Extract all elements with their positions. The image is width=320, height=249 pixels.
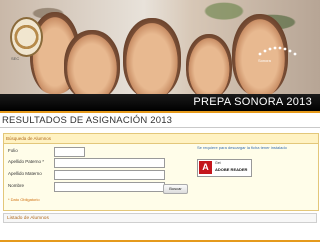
folio-input[interactable] <box>54 147 85 157</box>
header-banner: SEC Sonora PREPA SONORA 2013 <box>0 0 320 111</box>
apellido-paterno-input[interactable] <box>54 158 165 168</box>
student-photo <box>64 30 120 100</box>
page-title: RESULTADOS DE ASIGNACIÓN 2013 <box>2 115 173 126</box>
nombre-input[interactable] <box>54 182 165 192</box>
logo-caption: Sonora <box>258 58 271 63</box>
seal-label: SEC <box>11 56 20 61</box>
footer-divider <box>0 240 320 242</box>
apellido-materno-label: Apellido Materno <box>8 171 42 176</box>
adobe-name-label: ADOBE READER <box>215 167 248 172</box>
student-photo <box>123 18 181 98</box>
search-panel: Búsqueda de Alumnos Folio Apellido Pater… <box>3 133 319 211</box>
accent-divider <box>0 111 320 113</box>
student-photo <box>186 34 232 98</box>
nombre-label: Nombre <box>8 183 25 188</box>
banner-title: PREPA SONORA 2013 <box>193 96 312 108</box>
adobe-reader-link[interactable]: A Get ADOBE READER <box>197 159 252 177</box>
school-seal-icon <box>10 17 43 57</box>
panel-title: Búsqueda de Alumnos <box>4 134 318 144</box>
sonora-logo-icon <box>258 46 297 56</box>
apellido-materno-input[interactable] <box>54 170 165 180</box>
help-text: Se requiere para descargar la ficha tene… <box>197 145 287 150</box>
search-button[interactable]: Buscar <box>163 184 188 194</box>
apellido-paterno-label: Apellido Paterno * <box>8 159 45 164</box>
adobe-reader-icon: A <box>199 161 212 174</box>
listado-section-header: Listado de Alumnos <box>3 213 317 223</box>
title-divider <box>0 127 320 128</box>
folio-label: Folio <box>8 148 18 153</box>
adobe-get-label: Get <box>215 161 221 165</box>
banner-title-bar: PREPA SONORA 2013 <box>0 94 320 111</box>
required-note: * Dato Obligatorio <box>8 197 40 202</box>
